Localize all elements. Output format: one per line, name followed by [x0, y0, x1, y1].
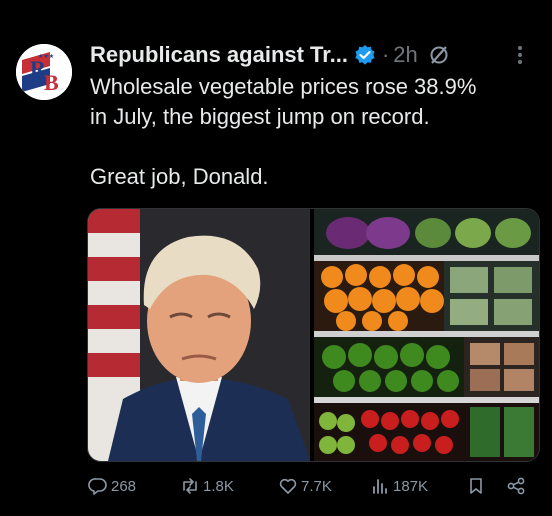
tweet-header: Republicans against Tr... · 2h — [90, 40, 540, 70]
tweet-media[interactable] — [87, 208, 540, 462]
tweet-text-line: Great job, Donald. — [90, 164, 269, 189]
tweet-text-line: in July, the biggest jump on record. — [90, 104, 430, 129]
vegetable-shelves-photo[interactable] — [314, 209, 539, 461]
grok-icon[interactable] — [428, 44, 450, 66]
timestamp[interactable]: 2h — [393, 42, 417, 68]
verified-badge-icon — [354, 44, 376, 66]
reply-icon — [88, 478, 107, 495]
more-icon[interactable] — [510, 40, 530, 70]
tweet-actions: 268 1.8K 7.7K 187K — [88, 472, 538, 500]
repost-count: 1.8K — [203, 477, 234, 495]
svg-text:★★★: ★★★ — [38, 53, 54, 60]
svg-text:B: B — [44, 70, 59, 95]
views-icon — [373, 479, 387, 494]
share-button[interactable] — [506, 472, 529, 500]
reply-button[interactable]: 268 — [88, 472, 136, 500]
separator: · — [381, 42, 390, 67]
bookmark-button[interactable] — [466, 472, 489, 500]
repost-icon — [183, 478, 197, 494]
reply-count: 268 — [111, 477, 137, 495]
author-name[interactable]: Republicans against Tr... — [90, 42, 348, 68]
views-count: 187K — [393, 477, 429, 495]
repost-button[interactable]: 1.8K — [180, 472, 234, 500]
like-count: 7.7K — [301, 477, 332, 495]
views-button[interactable]: 187K — [370, 472, 428, 500]
like-button[interactable]: 7.7K — [278, 472, 332, 500]
tweet-text-line: Wholesale vegetable prices rose 38.9% — [90, 74, 477, 99]
tweet-text: Wholesale vegetable prices rose 38.9% in… — [90, 72, 545, 192]
avatar[interactable]: R B ★★★ — [16, 44, 72, 100]
bookmark-icon — [470, 478, 482, 494]
portrait-photo[interactable] — [88, 209, 310, 461]
like-icon — [279, 478, 297, 494]
share-icon — [507, 477, 525, 495]
